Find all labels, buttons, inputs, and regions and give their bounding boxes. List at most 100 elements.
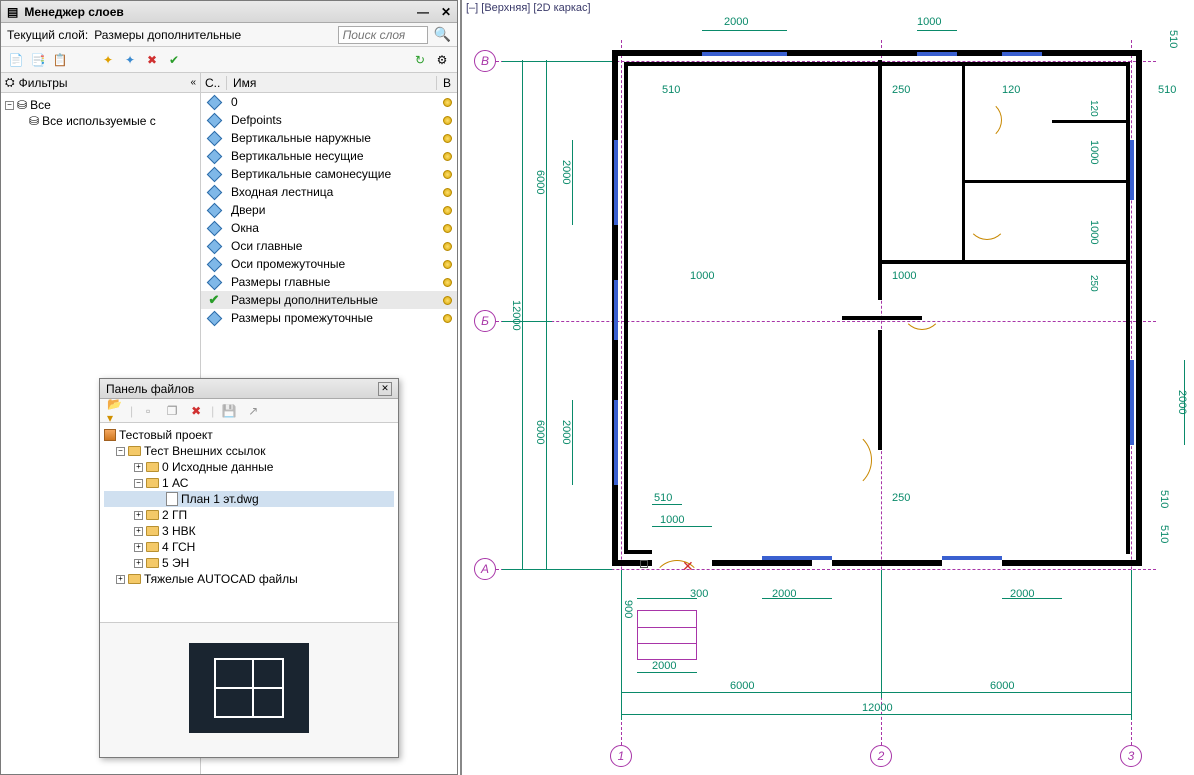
visibility-bulb-icon[interactable] (443, 116, 452, 125)
layer-status-icon (206, 148, 222, 164)
col-status[interactable]: С.. (201, 76, 227, 90)
visibility-bulb-icon[interactable] (443, 224, 452, 233)
folder-item[interactable]: +5 ЭН (104, 555, 394, 571)
axis-bubble-1: 1 (610, 745, 632, 767)
layer-row[interactable]: Оси промежуточные (201, 255, 457, 273)
layer-name: Размеры дополнительные (227, 293, 437, 307)
layers-icon: ⛁ (17, 98, 27, 112)
refresh-button[interactable]: ↻ (411, 51, 429, 69)
layer-row[interactable]: 0 (201, 93, 457, 111)
expand-icon[interactable]: + (134, 511, 143, 520)
expand-icon[interactable]: + (134, 463, 143, 472)
drawing-viewport[interactable]: [–] [Верхняя] [2D каркас] В Б А 1 2 3 (460, 0, 1194, 775)
new-group-filter-button[interactable]: 📑 (29, 51, 47, 69)
visibility-bulb-icon[interactable] (443, 314, 452, 323)
save-button[interactable]: 💾 (220, 402, 238, 420)
expand-icon[interactable]: − (134, 479, 143, 488)
filter-all[interactable]: − ⛁ Все (5, 97, 196, 113)
close-button[interactable]: ✕ (441, 5, 451, 19)
layer-search-input[interactable] (338, 26, 428, 44)
visibility-bulb-icon[interactable] (443, 278, 452, 287)
layer-row[interactable]: Входная лестница (201, 183, 457, 201)
node-label: Тест Внешних ссылок (144, 444, 265, 458)
expand-icon[interactable]: − (116, 447, 125, 456)
layer-row[interactable]: Размеры главные (201, 273, 457, 291)
col-name[interactable]: Имя (227, 76, 437, 90)
marker-x: ✕ (682, 558, 694, 575)
open-folder-button[interactable]: 📂▾ (106, 402, 124, 420)
folder-item[interactable]: +3 НВК (104, 523, 394, 539)
expand-icon[interactable]: + (134, 527, 143, 536)
search-icon[interactable]: 🔍 (434, 26, 451, 43)
layer-name: Оси промежуточные (227, 257, 437, 271)
layer-name: Двери (227, 203, 437, 217)
copy-doc-button[interactable]: ❐ (163, 402, 181, 420)
folder-item[interactable]: −1 АС (104, 475, 394, 491)
project-root[interactable]: Тестовый проект (104, 427, 394, 443)
folder-icon (146, 526, 159, 536)
layer-states-button[interactable]: 📋 (51, 51, 69, 69)
layer-row[interactable]: Вертикальные несущие (201, 147, 457, 165)
set-current-button[interactable]: ✔ (165, 51, 183, 69)
folder-item[interactable]: +2 ГП (104, 507, 394, 523)
new-doc-button[interactable]: ▫ (139, 402, 157, 420)
collapse-filters-button[interactable]: « (190, 77, 196, 88)
folder-item[interactable]: +4 ГСН (104, 539, 394, 555)
layer-row[interactable]: Вертикальные самонесущие (201, 165, 457, 183)
node-label: 2 ГП (162, 508, 187, 522)
layer-row[interactable]: Defpoints (201, 111, 457, 129)
file-item[interactable]: План 1 эт.dwg (104, 491, 394, 507)
expand-icon[interactable]: + (116, 575, 125, 584)
export-button[interactable]: ↗ (244, 402, 262, 420)
layer-row[interactable]: Двери (201, 201, 457, 219)
dwg-file-icon (166, 492, 178, 506)
layer-row[interactable]: ✔Размеры дополнительные (201, 291, 457, 309)
file-panel-close-button[interactable]: ✕ (378, 382, 392, 396)
visibility-bulb-icon[interactable] (443, 134, 452, 143)
layer-row[interactable]: Окна (201, 219, 457, 237)
layer-row[interactable]: Оси главные (201, 237, 457, 255)
floor-plan-drawing: В Б А 1 2 3 (462, 0, 1194, 775)
col-on[interactable]: В (437, 76, 457, 90)
folder-item[interactable]: + Тяжелые AUTOCAD файлы (104, 571, 394, 587)
layer-status-icon (206, 274, 222, 290)
axis-bubble-Б: Б (474, 310, 496, 332)
layer-status-icon (206, 94, 222, 110)
folder-item[interactable]: +0 Исходные данные (104, 459, 394, 475)
delete-layer-button[interactable]: ✖ (143, 51, 161, 69)
folder-icon (146, 462, 159, 472)
layer-name: Размеры главные (227, 275, 437, 289)
new-layer-button[interactable]: ✦ (99, 51, 117, 69)
node-label: 5 ЭН (162, 556, 189, 570)
folder-icon (146, 558, 159, 568)
visibility-bulb-icon[interactable] (443, 152, 452, 161)
layer-status-icon (206, 202, 222, 218)
visibility-bulb-icon[interactable] (443, 188, 452, 197)
new-layer-frozen-button[interactable]: ✦ (121, 51, 139, 69)
expand-icon[interactable]: − (5, 101, 14, 110)
layer-manager-titlebar[interactable]: ▤ Менеджер слоев — ✕ (1, 1, 457, 23)
new-property-filter-button[interactable]: 📄 (7, 51, 25, 69)
visibility-bulb-icon[interactable] (443, 296, 452, 305)
layer-row[interactable]: Размеры промежуточные (201, 309, 457, 327)
node-label: Тяжелые AUTOCAD файлы (144, 572, 298, 586)
layer-name: Оси главные (227, 239, 437, 253)
expand-icon[interactable]: + (134, 543, 143, 552)
expand-icon[interactable]: + (134, 559, 143, 568)
file-panel-titlebar[interactable]: Панель файлов ✕ (100, 379, 398, 399)
node-label: 0 Исходные данные (162, 460, 273, 474)
visibility-bulb-icon[interactable] (443, 170, 452, 179)
layer-row[interactable]: Вертикальные наружные (201, 129, 457, 147)
visibility-bulb-icon[interactable] (443, 98, 452, 107)
visibility-bulb-icon[interactable] (443, 260, 452, 269)
filter-all-used[interactable]: ⛁ Все используемые с (5, 113, 196, 129)
layer-name: Вертикальные наружные (227, 131, 437, 145)
minimize-button[interactable]: — (417, 5, 429, 19)
entry-stair (637, 610, 697, 660)
settings-button[interactable]: ⚙ (433, 51, 451, 69)
visibility-bulb-icon[interactable] (443, 206, 452, 215)
visibility-bulb-icon[interactable] (443, 242, 452, 251)
folder-item[interactable]: − Тест Внешних ссылок (104, 443, 394, 459)
layer-name: Входная лестница (227, 185, 437, 199)
delete-doc-button[interactable]: ✖ (187, 402, 205, 420)
